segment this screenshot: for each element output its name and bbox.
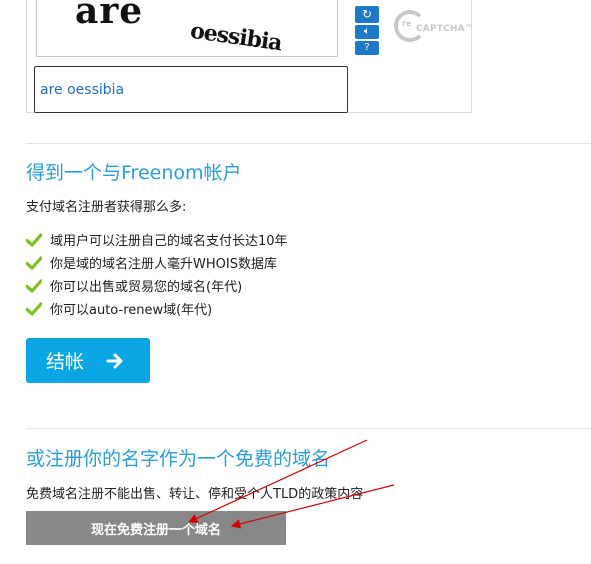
captcha-word-1: are bbox=[75, 0, 144, 32]
captcha-response-input[interactable] bbox=[34, 66, 348, 113]
recaptcha-logo: re CAPTCHA™ bbox=[394, 10, 474, 46]
benefit-text: 域用户可以注册自己的域名支付长达10年 bbox=[50, 234, 288, 249]
free-section-description: 免费域名注册不能出售、转让、停和受个人TLD的政策内容 bbox=[26, 487, 364, 502]
checkmark-icon bbox=[26, 232, 42, 247]
free-section-title: 或注册你的名字作为一个免费的域名 bbox=[26, 448, 331, 470]
checkmark-icon bbox=[26, 278, 42, 293]
captcha-image: are oessibia bbox=[36, 0, 338, 57]
list-item: 域用户可以注册自己的域名支付长达10年 bbox=[26, 228, 288, 251]
benefit-text: 你是域的域名注册人毫升WHOIS数据库 bbox=[50, 257, 277, 272]
register-free-button[interactable]: 现在免费注册一个域名 bbox=[26, 511, 286, 545]
captcha-word-2: oessibia bbox=[188, 17, 284, 57]
refresh-icon[interactable]: ↻ bbox=[355, 6, 379, 23]
benefit-text: 你可以出售或贸易您的域名(年代) bbox=[50, 280, 243, 295]
checkmark-icon bbox=[26, 301, 42, 316]
list-item: 你是域的域名注册人毫升WHOIS数据库 bbox=[26, 251, 288, 274]
list-item: 你可以出售或贸易您的域名(年代) bbox=[26, 274, 288, 297]
benefits-list: 域用户可以注册自己的域名支付长达10年 你是域的域名注册人毫升WHOIS数据库 … bbox=[26, 228, 288, 320]
checkmark-icon bbox=[26, 255, 42, 270]
arrow-right-icon bbox=[106, 353, 123, 368]
section-divider bbox=[26, 143, 591, 144]
section-divider bbox=[26, 428, 591, 429]
checkout-label: 结帐 bbox=[46, 351, 85, 373]
audio-icon[interactable]: 🔈︎ bbox=[355, 25, 379, 39]
recaptcha-logo-text: CAPTCHA™ bbox=[416, 24, 475, 34]
captcha-controls: ↻ 🔈︎ ? bbox=[355, 6, 381, 57]
list-item: 你可以auto-renew域(年代) bbox=[26, 297, 288, 320]
benefit-text: 你可以auto-renew域(年代) bbox=[50, 303, 213, 318]
help-icon[interactable]: ? bbox=[355, 41, 379, 55]
account-section-description: 支付域名注册者获得那么多: bbox=[26, 200, 187, 215]
checkout-button[interactable]: 结帐 bbox=[26, 338, 150, 383]
account-section-title: 得到一个与Freenom帐户 bbox=[26, 162, 242, 184]
